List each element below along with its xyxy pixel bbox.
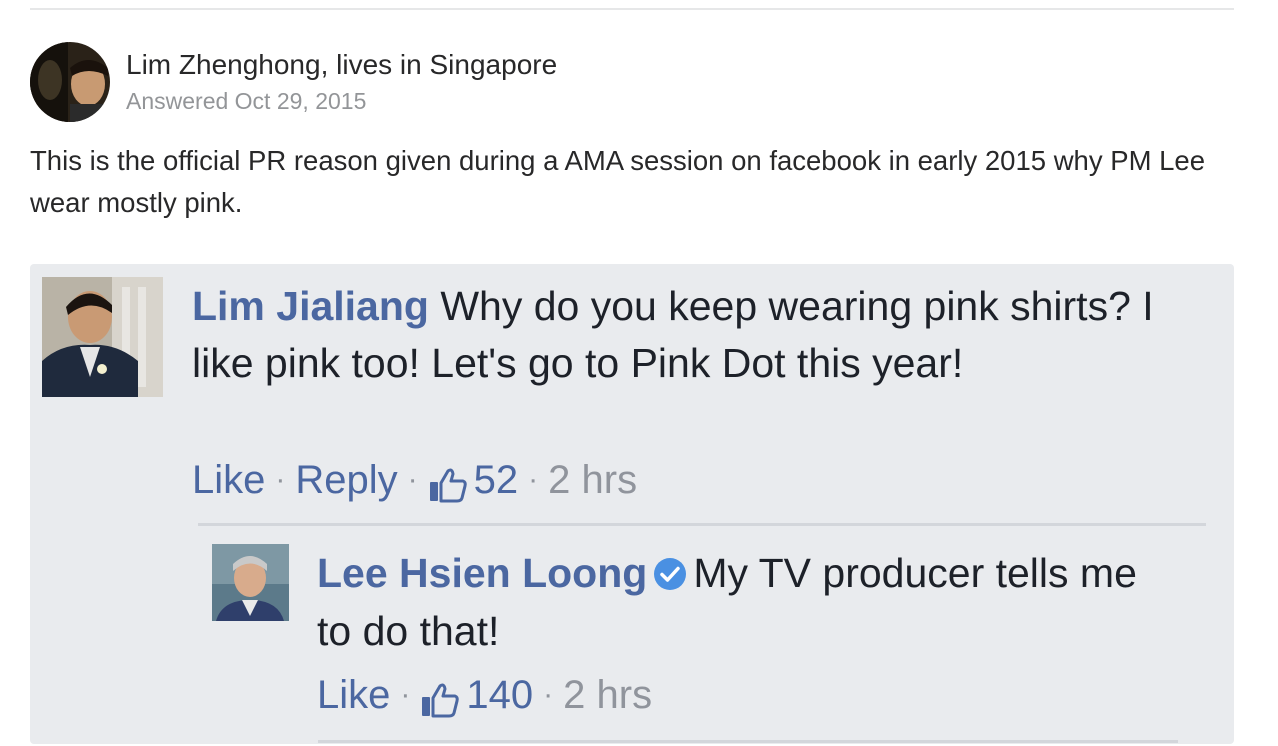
separator: · [275, 463, 286, 496]
verified-badge-icon [653, 548, 687, 590]
replier-name: Lee Hsien Loong [317, 550, 648, 596]
reply-actions: Like · 140 · 2 hrs [317, 667, 652, 723]
author-name[interactable]: Lim Zhenghong, lives in Singapore [126, 48, 557, 82]
bottom-divider [318, 740, 1178, 743]
replier-avatar [212, 544, 289, 621]
separator: · [407, 463, 418, 496]
like-count: 140 [466, 673, 534, 717]
answered-date[interactable]: Answered Oct 29, 2015 [126, 86, 557, 116]
like-count: 52 [473, 458, 519, 502]
separator: · [543, 678, 554, 711]
facebook-comment-screenshot: Lim Jialiang Why do you keep wearing pin… [30, 264, 1234, 744]
top-divider [30, 8, 1234, 10]
separator: · [528, 463, 539, 496]
answer-header: Lim Zhenghong, lives in Singapore Answer… [30, 42, 557, 122]
comment-actions: Like · Reply · 52 · 2 hrs [192, 452, 637, 508]
thumbs-up-icon [428, 462, 468, 503]
author-avatar[interactable] [30, 42, 110, 122]
separator: · [400, 678, 411, 711]
thumbs-up-icon [420, 677, 460, 718]
reply-body: Lee Hsien Loong My TV producer tells me t… [317, 544, 1157, 660]
like-link: Like [192, 458, 266, 502]
reply-link: Reply [295, 458, 398, 502]
reply-time: 2 hrs [563, 673, 653, 717]
like-link: Like [317, 673, 391, 717]
comment-body: Lim Jialiang Why do you keep wearing pin… [192, 278, 1172, 392]
reply-divider [198, 523, 1206, 526]
commenter-avatar [42, 277, 163, 397]
commenter-name: Lim Jialiang [192, 283, 429, 329]
comment-time: 2 hrs [548, 458, 638, 502]
answer-body: This is the official PR reason given dur… [30, 145, 1206, 218]
